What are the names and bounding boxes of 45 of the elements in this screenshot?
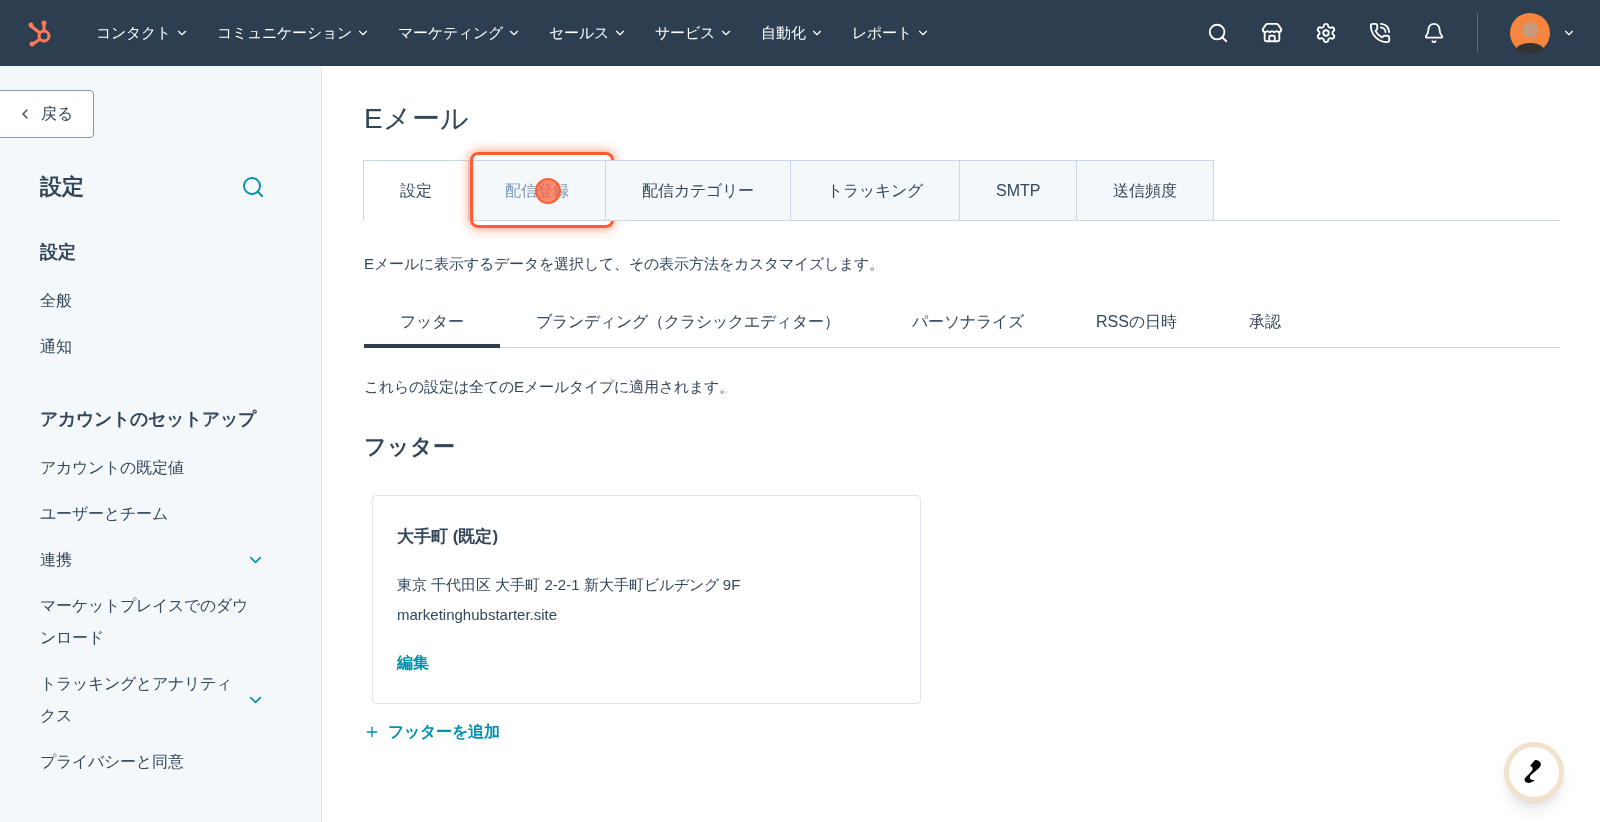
sidebar-title: 設定 (40, 173, 84, 201)
nav-menu[interactable]: コンタクト (96, 21, 189, 45)
sub-tab[interactable]: パーソナライズ (876, 299, 1060, 348)
note: これらの設定は全てのEメールタイプに適用されます。 (364, 376, 735, 397)
page-title: Eメール (364, 102, 470, 136)
section-heading: アカウントのセットアップ (40, 408, 258, 431)
search-icon[interactable] (1207, 22, 1229, 44)
store-icon[interactable] (1261, 22, 1283, 44)
sub-tab[interactable]: フッター (364, 299, 500, 348)
sidebar-item[interactable]: 通知 (40, 324, 265, 370)
sidebar-item[interactable]: 全般 (40, 278, 265, 324)
bell-icon[interactable] (1423, 22, 1445, 44)
footer-domain: marketinghubstarter.site (397, 605, 559, 625)
tab[interactable]: 設定 (363, 160, 469, 221)
sidebar-item[interactable]: トラッキングとアナリティクス (40, 661, 265, 739)
section-title: フッター (364, 433, 456, 461)
footer-name: 大手町 (既定) (397, 526, 500, 548)
sidebar-item[interactable]: ユーザーとチーム (40, 491, 265, 537)
help-button[interactable] (1504, 742, 1564, 802)
nav-menu[interactable]: セールス (549, 21, 627, 45)
footer-address: 東京 千代田区 大手町 2-2-1 新大手町ビルヂング 9F (397, 574, 742, 595)
sidebar-item[interactable]: 連携 (40, 537, 265, 583)
nav-menu[interactable]: マーケティング (398, 21, 521, 45)
sub-tab[interactable]: 承認 (1212, 299, 1317, 348)
tab[interactable]: 配信カテゴリー (605, 160, 791, 221)
edit-link[interactable]: 編集 (397, 650, 429, 675)
section-heading: 設定 (40, 241, 77, 264)
phone-icon[interactable] (1369, 22, 1391, 44)
settings-icon[interactable] (1315, 22, 1337, 44)
tab[interactable]: トラッキング (790, 160, 960, 221)
description: Eメールに表示するデータを選択して、その表示方法をカスタマイズします。 (364, 254, 885, 274)
avatar[interactable] (1510, 13, 1550, 53)
back-button[interactable]: 戻る (0, 90, 94, 138)
nav-menu[interactable]: レポート (852, 21, 930, 45)
add-footer-link[interactable]: フッターを追加 (364, 719, 500, 744)
nav-menu[interactable]: コミュニケーション (217, 21, 370, 45)
sidebar-item[interactable]: プライバシーと同意 (40, 739, 265, 785)
sidebar-item[interactable]: マーケットプレイスでのダウンロード (40, 583, 265, 661)
nav-menu[interactable]: 自動化 (761, 21, 824, 45)
nav-menu[interactable]: サービス (655, 21, 733, 45)
sidebar-item[interactable]: アカウントの既定値 (40, 445, 265, 491)
tab[interactable]: 送信頻度 (1076, 160, 1215, 221)
tab[interactable]: SMTP (959, 160, 1078, 221)
sub-tab[interactable]: RSSの日時 (1060, 299, 1213, 348)
sub-tab[interactable]: ブランディング（クラシックエディター） (500, 299, 876, 348)
